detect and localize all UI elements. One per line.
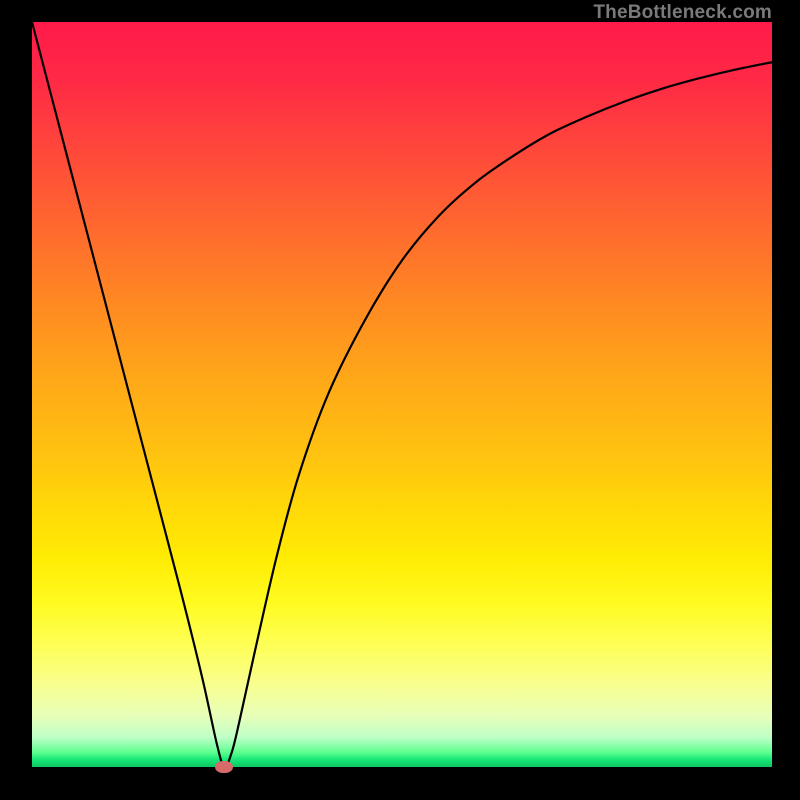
bottleneck-curve-path <box>32 22 772 767</box>
attribution-label: TheBottleneck.com <box>593 2 772 24</box>
minimum-marker <box>215 761 233 773</box>
bottleneck-chart: TheBottleneck.com <box>0 0 800 800</box>
plot-area <box>32 22 772 767</box>
curve-svg <box>32 22 772 767</box>
